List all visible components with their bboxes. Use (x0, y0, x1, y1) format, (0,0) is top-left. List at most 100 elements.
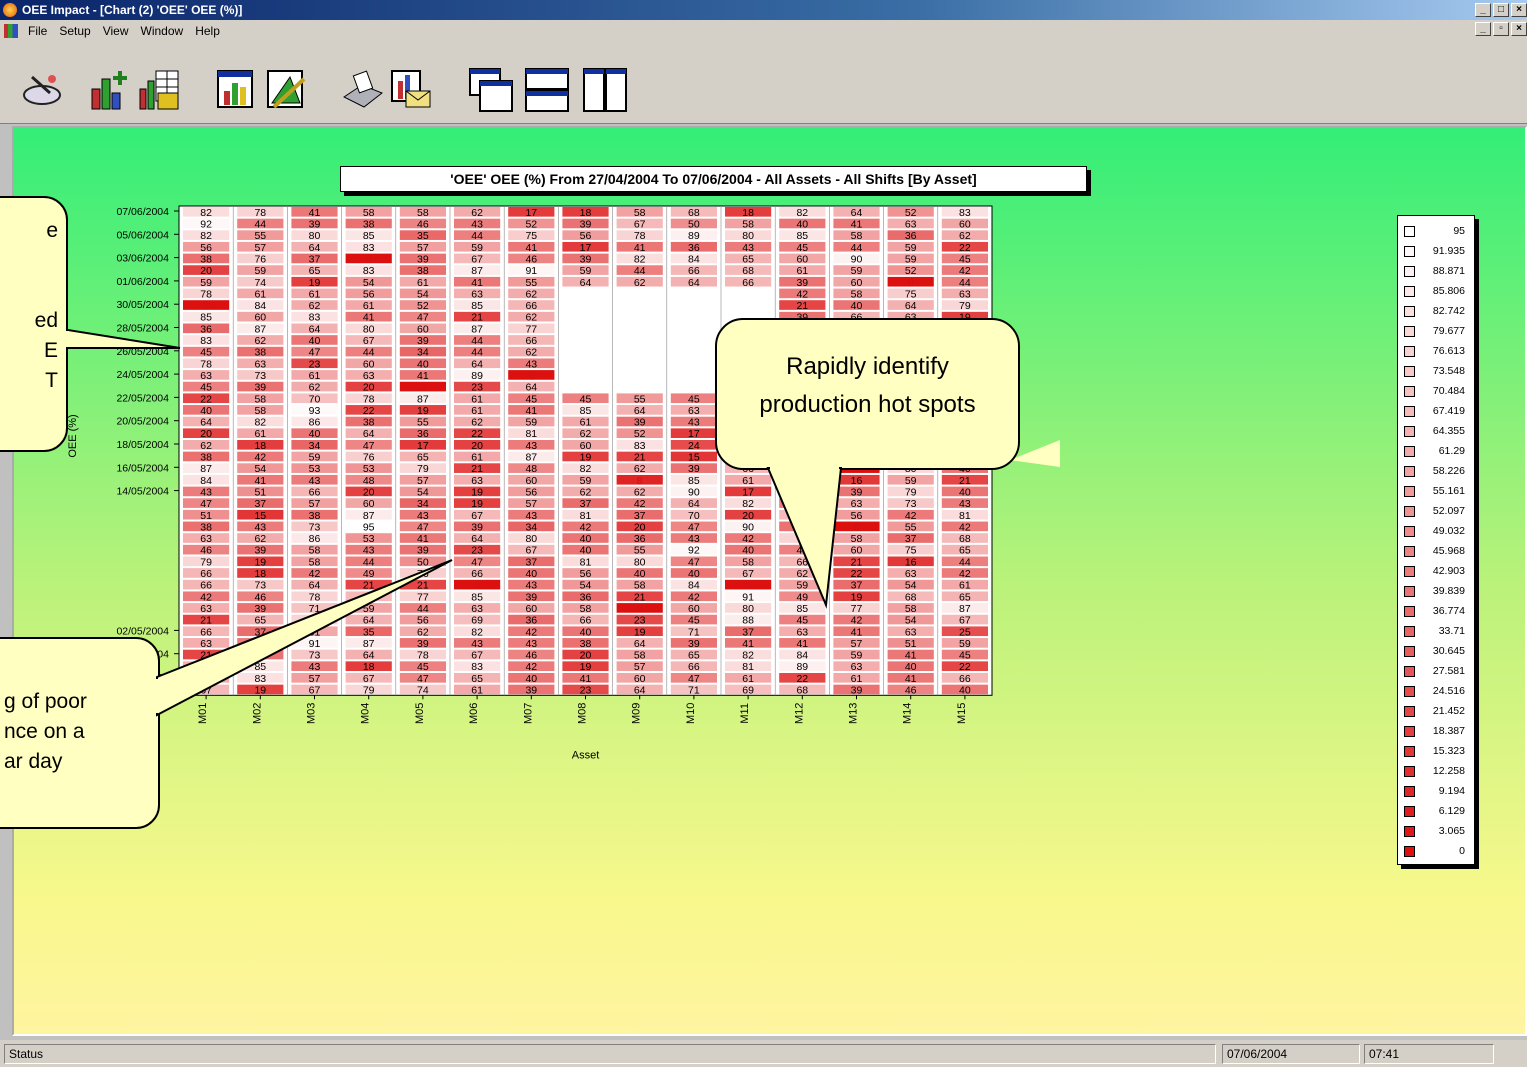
print-icon[interactable] (340, 67, 386, 113)
child-minimize-button[interactable]: _ (1475, 22, 1491, 36)
close-button[interactable]: × (1511, 3, 1527, 17)
heatmap-cell-value: 77 (417, 591, 429, 603)
maximize-button[interactable]: □ (1493, 3, 1509, 17)
heatmap-cell-value: 37 (580, 498, 592, 510)
window-cascade-icon[interactable] (468, 67, 514, 113)
heatmap-cell-value: 61 (471, 452, 483, 464)
heatmap-cell-value: 45 (959, 650, 971, 662)
heatmap-cell-value: 43 (254, 521, 266, 533)
legend-label: 21.452 (1432, 705, 1465, 717)
heatmap-cell-value: 20 (200, 265, 212, 277)
legend-swatch (1404, 525, 1415, 537)
heatmap-cell-value: 77 (851, 603, 863, 615)
heatmap-cell-value: 43 (959, 498, 971, 510)
heatmap-cell-value: 36 (417, 428, 429, 440)
export-mail-icon[interactable] (388, 67, 434, 113)
legend-label: 73.548 (1432, 365, 1465, 377)
callout-left-bottom-line: ar day (4, 750, 63, 773)
heatmap-cell-value: 40 (634, 568, 646, 580)
heatmap-cell-value: 57 (851, 638, 863, 650)
heatmap-cell-value: 57 (309, 673, 321, 685)
heatmap-cell-value: 43 (417, 510, 429, 522)
heatmap-cell-value: 89 (796, 661, 808, 673)
heatmap-cell-value: 85 (363, 230, 375, 242)
heatmap-cell-value: 64 (796, 475, 808, 487)
heatmap-cell-value: 42 (580, 521, 592, 533)
heatmap-cell-value: 87 (254, 323, 266, 335)
heatmap-cell-value: 79 (905, 486, 917, 498)
wizard-icon[interactable] (20, 67, 66, 113)
x-axis-label: Asset (572, 749, 600, 761)
heatmap-cell-value: 34 (417, 347, 429, 359)
heatmap-cell-value: 62 (471, 417, 483, 429)
heatmap-cell-value: 42 (525, 661, 537, 673)
chart-edit-icon[interactable] (264, 67, 310, 113)
heatmap-cell-value: 0 (420, 382, 426, 394)
legend-label: 79.677 (1432, 325, 1465, 337)
heatmap-cell-value: 86 (309, 533, 321, 545)
window-tile-vertical-icon[interactable] (582, 67, 628, 113)
chart-data-icon[interactable] (136, 67, 182, 113)
heatmap-cell-value: 63 (471, 603, 483, 615)
heatmap-cell-value: 0 (203, 300, 209, 312)
heatmap-cell-value: 59 (905, 475, 917, 487)
heatmap-cell-value: 60 (363, 498, 375, 510)
legend-label: 9.194 (1438, 785, 1465, 797)
heatmap-cell-value: 87 (471, 323, 483, 335)
heatmap-cell-value: 60 (851, 545, 863, 557)
menu-window[interactable]: Window (135, 20, 190, 42)
heatmap-cell-value: 48 (525, 463, 537, 475)
heatmap-cell-value: 53 (363, 463, 375, 475)
heatmap-cell-value: 20 (363, 486, 375, 498)
heatmap-cell-value: 40 (796, 219, 808, 231)
add-chart-icon[interactable] (86, 67, 132, 113)
heatmap-cell-value: 44 (634, 265, 646, 277)
heatmap-cell-value: 62 (309, 300, 321, 312)
heatmap-cell-value: 63 (959, 288, 971, 300)
heatmap-cell-value: 37 (309, 253, 321, 265)
menu-help[interactable]: Help (189, 20, 226, 42)
menu-view[interactable]: View (97, 20, 135, 42)
heatmap-cell-value: 67 (471, 650, 483, 662)
heatmap-cell-value: 21 (200, 615, 212, 627)
heatmap-cell-value: 82 (634, 253, 646, 265)
legend-swatch (1404, 585, 1415, 597)
heatmap-cell-value: 58 (309, 545, 321, 557)
menu-setup[interactable]: Setup (53, 20, 96, 42)
heatmap-cell-value: 71 (309, 603, 321, 615)
heatmap-cell-value: 62 (580, 486, 592, 498)
heatmap-cell-value: 63 (905, 626, 917, 638)
heatmap-cell-value: 58 (851, 533, 863, 545)
child-close-button[interactable]: × (1511, 22, 1527, 36)
heatmap-cell-value: 43 (309, 475, 321, 487)
menu-file[interactable]: File (22, 20, 53, 42)
heatmap-cell-value: 64 (634, 405, 646, 417)
heatmap-cell-value: 47 (417, 312, 429, 324)
heatmap-cell-value: 91 (525, 265, 537, 277)
heatmap-cell-value: 42 (688, 591, 700, 603)
minimize-button[interactable]: _ (1475, 3, 1491, 17)
heatmap-cell-value: 91 (742, 591, 754, 603)
legend-label: 61.29 (1438, 445, 1465, 457)
heatmap-cell-value: 58 (742, 219, 754, 231)
heatmap-cell-value: 38 (363, 417, 375, 429)
heatmap-cell-value: 64 (580, 277, 592, 289)
legend-label: 3.065 (1438, 825, 1465, 837)
heatmap-cell-value: 64 (309, 323, 321, 335)
document-icon[interactable] (4, 24, 18, 38)
child-restore-button[interactable]: ▫ (1493, 22, 1509, 36)
heatmap-cell-value: 95 (363, 521, 375, 533)
heatmap-cell-value: 66 (796, 556, 808, 568)
legend-label: 76.613 (1432, 345, 1465, 357)
heatmap-cell-value: 61 (471, 685, 483, 697)
x-tick-label: M15 (956, 703, 968, 724)
chart-properties-icon[interactable] (214, 67, 260, 113)
heatmap-cell-value: 42 (200, 591, 212, 603)
heatmap-cell-value: 17 (688, 428, 700, 440)
heatmap-cell-value: 36 (580, 591, 592, 603)
heatmap-cell-value: 60 (580, 440, 592, 452)
heatmap-cell-value: 40 (200, 405, 212, 417)
window-tile-horizontal-icon[interactable] (524, 67, 570, 113)
heatmap-cell-value: 43 (525, 510, 537, 522)
heatmap-cell-value: 59 (254, 265, 266, 277)
